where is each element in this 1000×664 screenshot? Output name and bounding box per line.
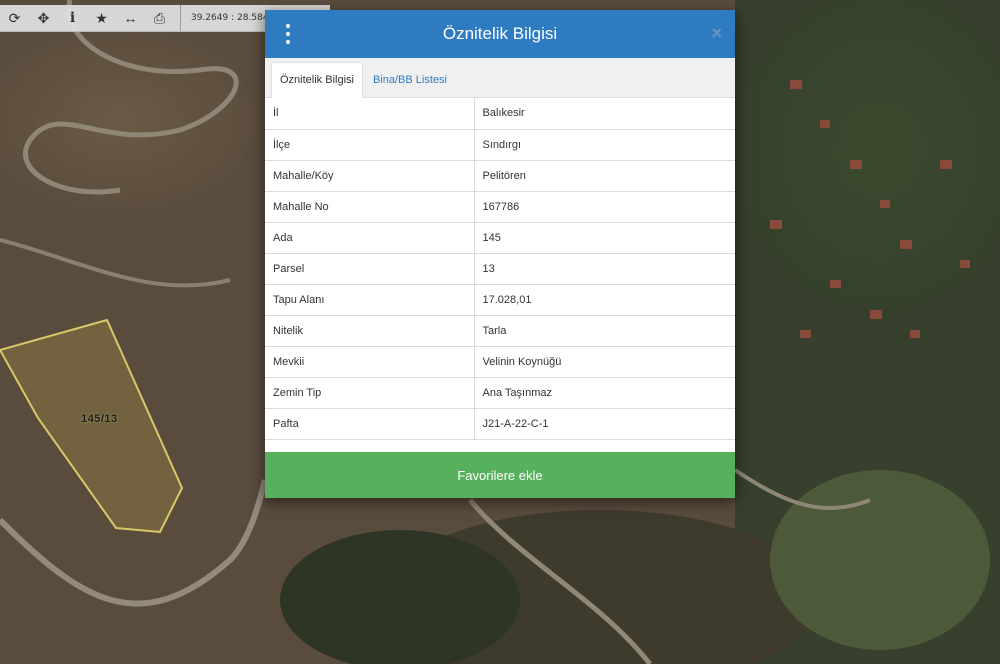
measure-icon[interactable]: ↔ [116,5,145,31]
table-row: Ada 145 [265,222,735,254]
attribute-value: 17.028,01 [474,284,735,316]
attribute-table: İl Balıkesir İlçe Sındırgı Mahalle/Köy Pelitö… [265,98,735,440]
star-icon[interactable]: ★ [87,5,116,31]
attribute-key: Nitelik [265,315,475,347]
attribute-value: Ana Taşınmaz [474,377,735,409]
table-row: İlçe Sındırgı [265,129,735,161]
table-row: İl Balıkesir [265,98,735,130]
attribute-value: 13 [474,253,735,285]
attribute-key: Mahalle No [265,191,475,223]
dialog-tabs: Öznitelik Bilgisi Bina/BB Listesi [265,58,735,98]
info-icon[interactable]: i [58,5,87,31]
attribute-value: Balıkesir [474,98,735,130]
table-row: Mahalle/Köy Pelitören [265,160,735,192]
dialog-title: Öznitelik Bilgisi [442,24,558,43]
attribute-key: İlçe [265,129,475,161]
attribute-value: 145 [474,222,735,254]
attribute-value: Velinin Koynüğü [474,346,735,378]
table-row: Nitelik Tarla [265,315,735,347]
more-vertical-icon[interactable] [279,24,297,44]
attribute-value: J21-A-22-C-1 [474,408,735,440]
table-row: Mahalle No 167786 [265,191,735,223]
attribute-key: Zemin Tip [265,377,475,409]
add-to-favorites-button[interactable]: Favorilere ekle [265,452,735,498]
attribute-key: Mahalle/Köy [265,160,475,192]
close-icon[interactable]: × [711,23,722,44]
table-row: Mevkii Velinin Koynüğü [265,346,735,378]
coordinate-readout: 39.2649 : 28.584 [191,13,269,23]
attribute-key: İl [265,98,475,130]
attribute-key: Ada [265,222,475,254]
refresh-icon[interactable]: ⟳ [0,5,29,31]
table-row: Zemin Tip Ana Taşınmaz [265,377,735,409]
attribute-value: Tarla [474,315,735,347]
attribute-info-dialog: Öznitelik Bilgisi × Öznitelik Bilgisi Bi… [265,10,735,498]
tab-building-list[interactable]: Bina/BB Listesi [365,63,455,97]
tab-attribute-info[interactable]: Öznitelik Bilgisi [271,62,363,98]
crosshair-icon[interactable]: ✥ [29,5,58,31]
parcel-label: 145/13 [81,413,118,425]
attribute-key: Pafta [265,408,475,440]
table-row: Pafta J21-A-22-C-1 [265,408,735,440]
attribute-key: Mevkii [265,346,475,378]
attribute-value: 167786 [474,191,735,223]
print-icon[interactable]: ⎙ [145,5,174,31]
attribute-value: Sındırgı [474,129,735,161]
table-row: Parsel 13 [265,253,735,285]
attribute-value: Pelitören [474,160,735,192]
dialog-header: Öznitelik Bilgisi × [265,10,735,58]
attribute-key: Parsel [265,253,475,285]
attribute-key: Tapu Alanı [265,284,475,316]
table-row: Tapu Alanı 17.028,01 [265,284,735,316]
